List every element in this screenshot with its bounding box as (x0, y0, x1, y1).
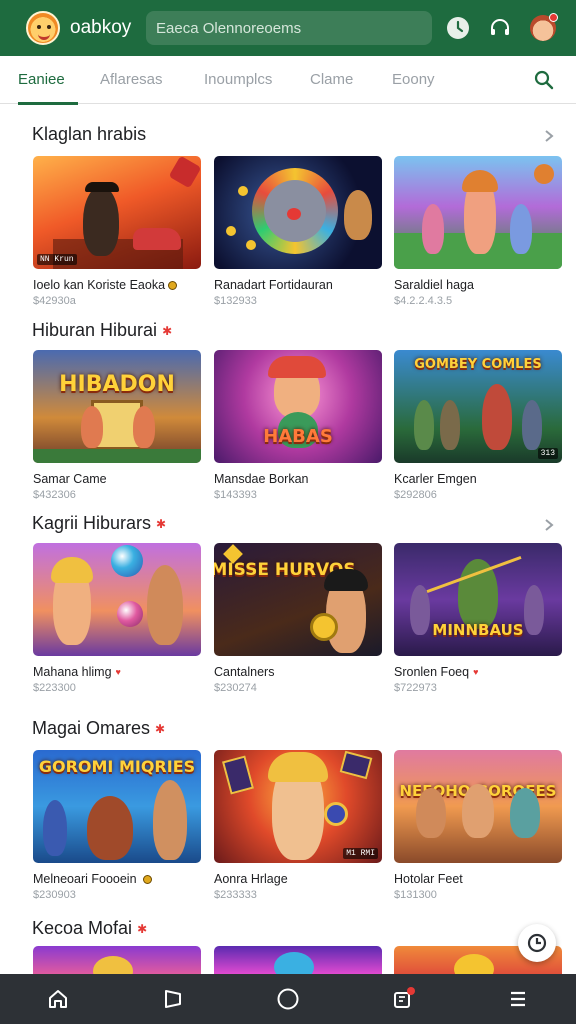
notification-dot (549, 13, 558, 22)
game-thumbnail (214, 156, 382, 269)
menu-icon[interactable] (498, 979, 538, 1019)
game-card[interactable]: GOMBEY COMLES 313 Kcarler Emgen $292806 (394, 350, 562, 501)
home-circle-icon[interactable] (268, 979, 308, 1019)
thumbnail-title: GOROMI MIQRIES (38, 757, 196, 776)
profile-avatar[interactable] (530, 13, 558, 41)
game-card[interactable]: Saraldiel haga $4.2.2.4.3.5 (394, 156, 562, 307)
tab-1[interactable]: Aflaresas (100, 56, 204, 104)
headset-icon[interactable] (488, 16, 512, 40)
app-name: oabkoy (70, 17, 132, 38)
game-card[interactable]: NEEOHO GOROEES Hotolar Feet $131300 (394, 750, 562, 901)
thumbnail-title: MINNBAUS (432, 621, 524, 639)
game-thumbnail (33, 543, 201, 656)
star-icon: ♥ (473, 667, 479, 677)
section-title: Hiburan Hiburai ✱ (32, 320, 173, 340)
history-icon (527, 933, 547, 953)
clock-icon[interactable] (446, 16, 470, 40)
back-icon[interactable] (153, 979, 193, 1019)
section-title: Kagrii Hiburars ✱ (32, 513, 167, 533)
top-app-bar: oabkoy (0, 0, 576, 56)
chevron-right-icon[interactable] (542, 129, 556, 143)
game-meta: $223300 (33, 682, 76, 694)
game-name: Samar Came (33, 472, 107, 486)
game-meta: $292806 (394, 489, 437, 501)
game-card[interactable]: NN Krun Ioelo kan Koriste Eaoka $42930a (33, 156, 201, 307)
game-card[interactable]: HIBADON Samar Came $432306 (33, 350, 201, 501)
bottom-nav-bar (0, 974, 576, 1024)
history-fab[interactable] (518, 924, 556, 962)
chevron-right-icon[interactable] (542, 518, 556, 532)
section-title: Klaglan hrabis (32, 124, 147, 144)
thumbnail-tag: NN Krun (37, 254, 77, 265)
thumbnail-title: HIBADON (59, 372, 175, 397)
section-title: Kecoa Mofai ✱ (32, 918, 148, 938)
game-card[interactable]: HABAS Mansdae Borkan $143393 (214, 350, 382, 501)
game-card[interactable]: Ranadart Fortidauran $132933 (214, 156, 382, 307)
recents-icon[interactable] (383, 979, 423, 1019)
game-meta: $131300 (394, 889, 437, 901)
game-card[interactable]: GOROMI MIQRIES Melneoari Foooein $230903 (33, 750, 201, 901)
game-card[interactable]: MISSE HURVOS Cantalners $230274 (214, 543, 382, 694)
section-title: Magai Omares ✱ (32, 718, 166, 738)
game-meta: $233333 (214, 889, 257, 901)
game-name: Mansdae Borkan (214, 472, 309, 486)
game-name: Saraldiel haga (394, 278, 474, 292)
home-icon[interactable] (38, 979, 78, 1019)
thumbnail-tag: 313 (537, 448, 558, 459)
game-name: Melneoari Foooein (33, 872, 137, 886)
game-thumbnail: MISSE HURVOS (214, 543, 382, 656)
game-meta: $432306 (33, 489, 76, 501)
thumbnail-title: GOMBEY COMLES (414, 357, 542, 372)
game-meta: $230274 (214, 682, 257, 694)
game-meta: $42930a (33, 295, 76, 307)
game-thumbnail: M1 RMI (214, 750, 382, 863)
game-thumbnail (394, 156, 562, 269)
tab-2[interactable]: Inoumplcs (204, 56, 284, 104)
game-name: Aonra Hrlage (214, 872, 288, 886)
thumbnail-tag: M1 RMI (343, 848, 378, 859)
star-icon: ✱ (137, 921, 148, 936)
game-meta: $4.2.2.4.3.5 (394, 295, 453, 307)
game-name: Cantalners (214, 665, 275, 679)
game-name: Kcarler Emgen (394, 472, 477, 486)
game-name: Hotolar Feet (394, 872, 463, 886)
game-meta: $230903 (33, 889, 76, 901)
game-card[interactable]: Mahana hlimg ♥ $223300 (33, 543, 201, 694)
search-input[interactable] (156, 19, 432, 37)
game-name: Sronlen Foeq (394, 665, 470, 679)
search-icon[interactable] (534, 70, 554, 95)
game-thumbnail[interactable] (33, 946, 201, 974)
game-card[interactable]: MINNBAUS Sronlen Foeq ♥ $722973 (394, 543, 562, 694)
coin-icon (142, 874, 152, 884)
logo-icon[interactable] (26, 11, 60, 45)
game-card[interactable]: M1 RMI Aonra Hrlage $233333 (214, 750, 382, 901)
game-name: Ioelo kan Koriste Eaoka (33, 278, 166, 292)
game-thumbnail: NN Krun (33, 156, 201, 269)
game-thumbnail: GOROMI MIQRIES (33, 750, 201, 863)
thumbnail-title: HABAS (263, 426, 333, 447)
star-icon: ✱ (155, 721, 166, 736)
tab-0[interactable]: Eaniee (18, 56, 78, 105)
game-thumbnail: HABAS (214, 350, 382, 463)
game-name: Ranadart Fortidauran (214, 278, 333, 292)
coin-icon (168, 280, 178, 290)
tab-3[interactable]: Clame (310, 56, 364, 104)
game-meta: $722973 (394, 682, 437, 694)
tab-4[interactable]: Eoony (392, 56, 452, 104)
game-thumbnail: HIBADON (33, 350, 201, 463)
star-icon: ♥ (115, 667, 121, 677)
star-icon: ✱ (156, 516, 167, 531)
game-name: Mahana hlimg (33, 665, 112, 679)
game-thumbnail: GOMBEY COMLES 313 (394, 350, 562, 463)
game-meta: $132933 (214, 295, 257, 307)
game-thumbnail[interactable] (214, 946, 382, 974)
game-thumbnail: MINNBAUS (394, 543, 562, 656)
star-icon: ✱ (162, 323, 173, 338)
game-meta: $143393 (214, 489, 257, 501)
search-bar[interactable] (146, 11, 432, 45)
category-tabs: Eaniee Aflaresas Inoumplcs Clame Eoony (0, 56, 576, 105)
game-thumbnail: NEEOHO GOROEES (394, 750, 562, 863)
